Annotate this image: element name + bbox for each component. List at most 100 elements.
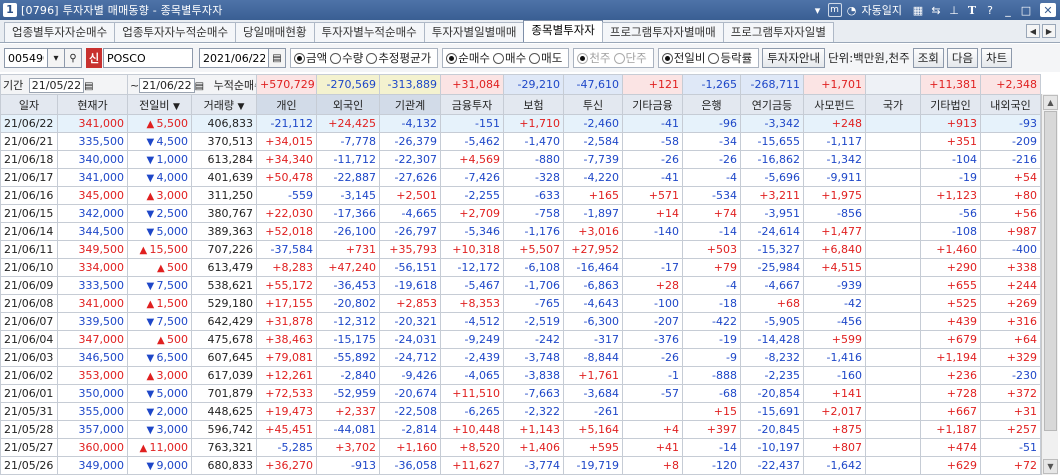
date-from-field[interactable]: 21/05/22 [28,77,85,93]
table-row[interactable]: 21/05/31 355,000 ▼ 2,000 448,625 +19,473 +2,33… [0,402,1042,421]
date-to-field[interactable]: 21/06/22 [139,77,195,93]
next-button[interactable]: 다음 [946,48,979,68]
col-header-other-financial[interactable]: 기타금융 [622,94,684,115]
scroll-down-icon[interactable]: ▼ [1043,459,1058,474]
table-row[interactable]: 21/06/18 340,000 ▼ 1,000 613,284 +34,340 -11,7… [0,150,1042,169]
tab-stock-investor[interactable]: 종목별투자자 [523,20,603,42]
clock-icon[interactable]: ◔ [844,2,860,18]
col-header-volume[interactable]: 거래량 ▼ [191,94,258,115]
pin-icon[interactable]: ⊥ [946,2,962,18]
col-header-bank[interactable]: 은행 [682,94,742,115]
tab-sector-investor-net-buy[interactable]: 업종별투자자순매수 [4,22,116,42]
table-row[interactable]: 21/06/21 335,500 ▼ 4,500 370,513 +34,015 -7,77… [0,132,1042,151]
radio-amount[interactable]: 금액 [294,50,327,66]
table-row[interactable]: 21/06/15 342,000 ▼ 2,500 380,767 +22,030 -17,3… [0,204,1042,223]
tab-scroll-left-icon[interactable]: ◀ [1026,24,1040,38]
col-header-foreign[interactable]: 외국인 [316,94,381,115]
cell-change: ▼ 3,000 [127,420,193,439]
link-icon[interactable]: ⇆ [928,2,944,18]
col-header-pension[interactable]: 연기금등 [740,94,805,115]
cell-change: ▲ 500 [127,330,193,349]
tab-sector-investor-cumulative[interactable]: 업종투자자누적순매수 [114,22,237,42]
scroll-up-icon[interactable]: ▲ [1043,95,1058,110]
col-header-individual[interactable]: 개인 [256,94,318,115]
chevron-down-icon[interactable]: ▼ [173,102,180,112]
col-header-domestic-foreign[interactable]: 내외국인 [980,94,1042,115]
col-header-government[interactable]: 국가 [865,94,922,115]
table-row[interactable]: 21/06/08 341,000 ▲ 1,500 529,180 +17,155 -20,8… [0,294,1042,313]
chart-button[interactable]: 차트 [981,48,1013,68]
table-row[interactable]: 21/06/03 346,500 ▼ 6,500 607,645 +79,081 -55,8… [0,348,1042,367]
tab-daily-trading-status[interactable]: 당일매매현황 [235,22,315,42]
cell-individual: +34,015 [256,132,318,151]
table-row[interactable]: 21/06/04 347,000 ▲ 500 475,678 +38,463 -15,175… [0,330,1042,349]
date-input[interactable] [199,48,269,68]
cell-other-corp: +728 [920,384,982,403]
stock-code-input[interactable] [4,48,48,68]
table-row[interactable]: 21/06/10 334,000 ▲ 500 613,479 +8,283 +47,240-… [0,258,1042,277]
col-header-change[interactable]: 전일비 ▼ [127,94,193,115]
col-header-financial-investment[interactable]: 금융투자 [440,94,505,115]
close-icon[interactable]: ✕ [1040,3,1056,17]
col-header-insurance[interactable]: 보험 [503,94,565,115]
chevron-down-icon[interactable]: ▼ [237,102,244,112]
radio-quantity[interactable]: 수량 [330,50,363,66]
tab-program-investor-daily[interactable]: 프로그램투자자일별 [722,22,834,42]
table-row[interactable]: 21/06/14 344,500 ▼ 5,000 389,363 +52,018 -26,1… [0,222,1042,241]
table-row[interactable]: 21/06/11 349,500 ▲ 15,500 707,226 -37,584 +731… [0,240,1042,259]
auto-log-button[interactable]: 자동일지 [862,2,902,18]
col-header-other-corp[interactable]: 기타법인 [920,94,982,115]
radio-change-rate[interactable]: 등락률 [708,50,752,66]
cell-government [865,366,922,385]
credit-badge: 신 [86,48,102,68]
col-header-private-fund[interactable]: 사모펀드 [803,94,867,115]
table-row[interactable]: 21/05/26 349,000 ▼ 9,000 680,833 +36,270 -913-… [0,456,1042,475]
radio-net-buy[interactable]: 순매수 [446,50,490,66]
maximize-icon[interactable]: □ [1018,2,1034,18]
font-icon[interactable]: T [964,2,980,18]
stock-name-field[interactable] [103,48,193,68]
cell-pension: -25,984 [740,258,805,277]
chevron-down-icon[interactable]: ▾ [810,2,826,18]
radio-single-shares[interactable]: 단주 [613,50,647,66]
cell-financial-investment: -5,467 [440,276,505,295]
col-header-institution[interactable]: 기관계 [379,94,442,115]
radio-sell[interactable]: 매도 [529,50,562,66]
tab-program-investor[interactable]: 프로그램투자자별매매 [601,22,724,42]
radio-thousand-shares[interactable]: 천주 [577,50,611,66]
calendar-to-icon[interactable]: ▤ [195,81,204,92]
col-header-price[interactable]: 현재가 [56,94,129,115]
radio-buy[interactable]: 매수 [493,50,526,66]
table-row[interactable]: 21/05/27 360,000 ▲ 11,000 763,321 -5,285 +3,70… [0,438,1042,457]
minimize-icon[interactable]: _ [1000,2,1016,18]
table-row[interactable]: 21/06/02 353,000 ▲ 3,000 617,039 +12,261 -2,84… [0,366,1042,385]
table-row[interactable]: 21/06/16 345,000 ▲ 3,000 311,250 -559 -3,145 +2… [0,186,1042,205]
radio-prev-day-diff[interactable]: 전일비 [661,50,705,66]
cell-change: ▼ 4,000 [127,168,193,187]
radio-est-avg-price[interactable]: 추정평균가 [366,50,431,66]
table-row[interactable]: 21/06/22 341,000 ▲ 5,500 406,833 -21,112 +24,4… [0,114,1042,133]
table-row[interactable]: 21/06/17 341,000 ▼ 4,000 401,639 +50,478 -22,8… [0,168,1042,187]
query-button[interactable]: 조회 [912,48,944,68]
scroll-thumb[interactable] [1044,111,1057,431]
search-icon[interactable]: ⚲ [64,48,82,68]
dropdown-icon[interactable]: ▾ [47,48,65,68]
memo-icon[interactable]: m [827,3,842,17]
window-code: [0796] [21,3,59,17]
tab-investor-daily[interactable]: 투자자별일별매매 [423,22,525,42]
grid-icon[interactable]: ▦ [910,2,926,18]
col-header-date[interactable]: 일자 [0,94,58,115]
unit-label: 단위:백만원,천주 [828,51,910,65]
help-icon[interactable]: ? [982,2,998,18]
col-header-trust[interactable]: 투신 [563,94,624,115]
calendar-icon[interactable]: ▤ [268,48,286,68]
tab-investor-cumulative[interactable]: 투자자별누적순매수 [313,22,425,42]
tab-scroll-right-icon[interactable]: ▶ [1042,24,1056,38]
table-row[interactable]: 21/06/01 350,000 ▼ 5,000 701,879 +72,533 -52,9… [0,384,1042,403]
investor-guide-button[interactable]: 투자자안내 [762,48,826,68]
vertical-scrollbar[interactable]: ▲ ▼ [1041,94,1058,475]
table-row[interactable]: 21/06/09 333,500 ▼ 7,500 538,621 +55,172 -36,4… [0,276,1042,295]
table-row[interactable]: 21/05/28 357,000 ▼ 3,000 596,742 +45,451 -44,0… [0,420,1042,439]
calendar-from-icon[interactable]: ▤ [84,81,93,92]
table-row[interactable]: 21/06/07 339,500 ▼ 7,500 642,429 +31,878 -12,3… [0,312,1042,331]
